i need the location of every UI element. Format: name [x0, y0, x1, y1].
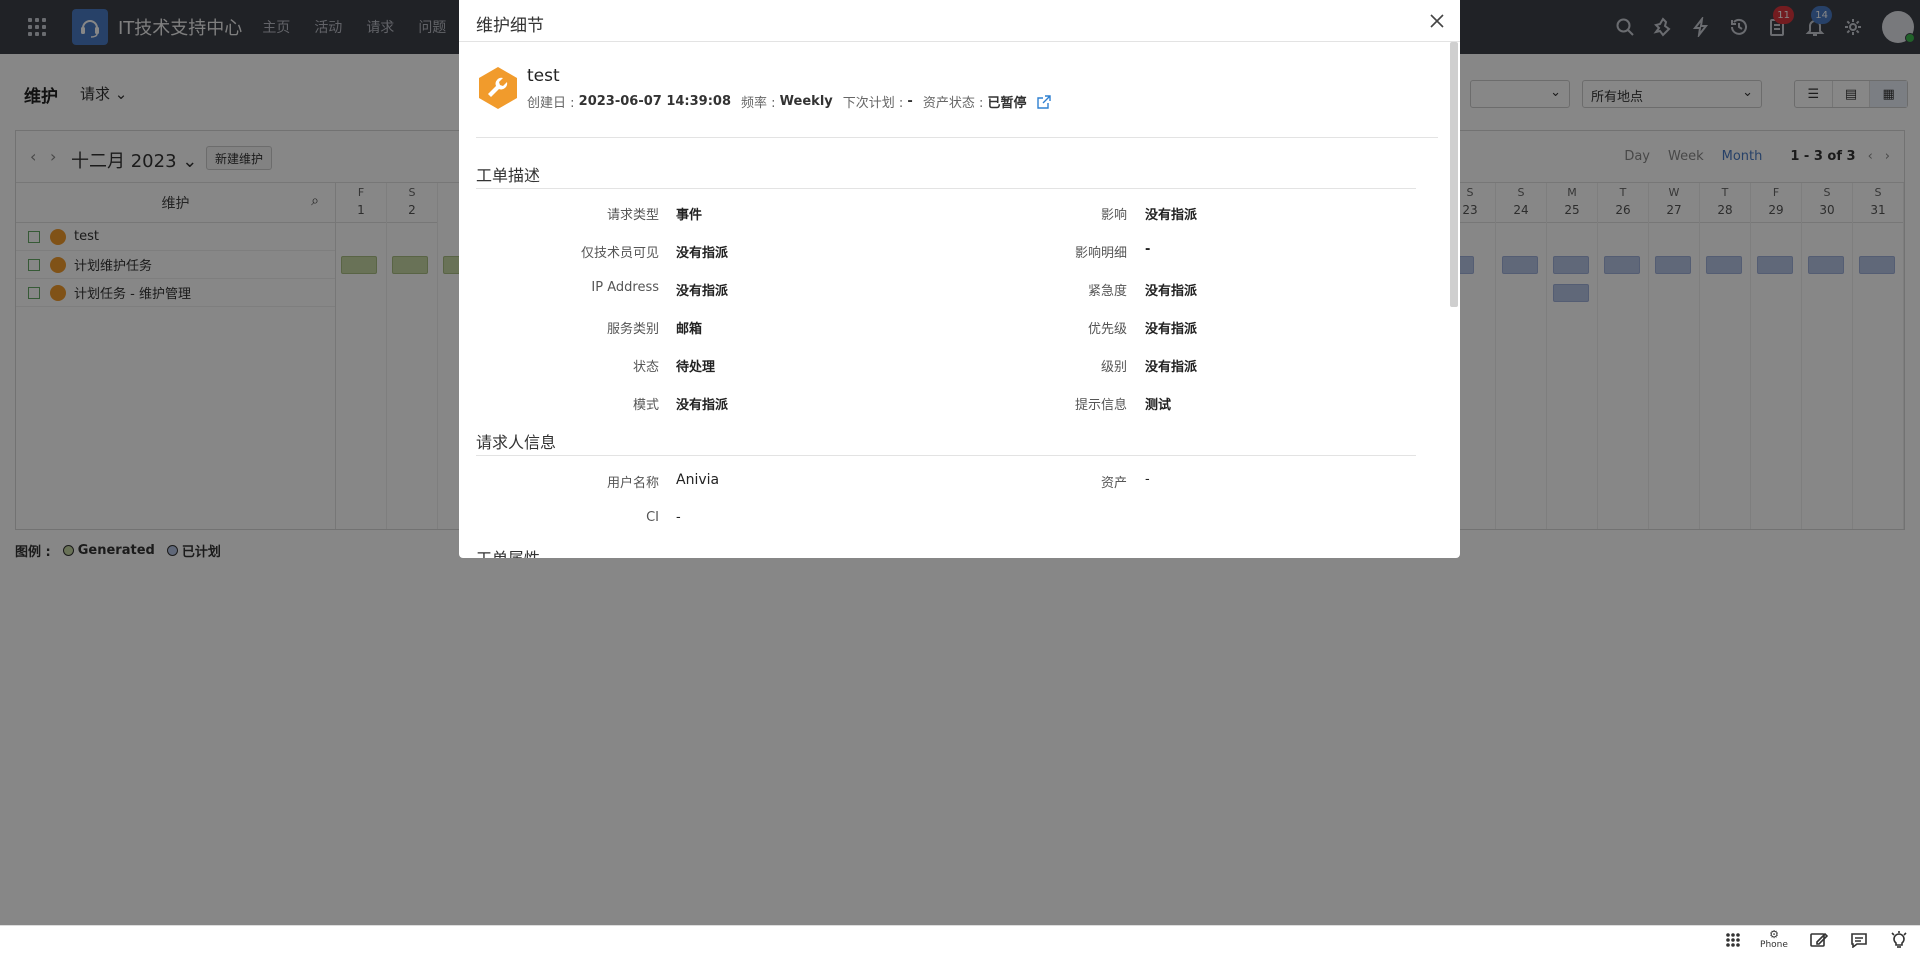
field-value: 没有指派 [1145, 360, 1198, 375]
field-value: 待处理 [676, 360, 716, 375]
created-label: 创建日 : [527, 96, 575, 111]
maintenance-details-dialog: 维护细节 test 创建日 : 2023-06-07 14:39:08 频率 :… [459, 0, 1460, 558]
dialog-header: 维护细节 [459, 0, 1460, 42]
close-icon[interactable] [1428, 12, 1446, 30]
field-label: 提示信息 [1074, 398, 1127, 413]
section-title-requester: 请求人信息 [476, 429, 1416, 456]
gear-icon: ⚙ [1769, 928, 1779, 941]
field-label: 仅技术员可见 [580, 246, 659, 261]
dialog-body: test 创建日 : 2023-06-07 14:39:08 频率 : Week… [459, 42, 1448, 558]
wrench-icon [479, 67, 517, 109]
field-label: 状态 [632, 360, 659, 375]
field-value: 没有指派 [676, 246, 729, 261]
lightbulb-icon[interactable] [1888, 929, 1910, 951]
external-link-icon[interactable] [1036, 94, 1051, 109]
maintenance-summary: test 创建日 : 2023-06-07 14:39:08 频率 : Week… [476, 66, 1438, 138]
field-label: 级别 [1100, 360, 1127, 375]
field-value: 没有指派 [1145, 322, 1198, 337]
field-label: CI [646, 510, 659, 525]
field-value: 没有指派 [676, 398, 729, 413]
field-label: 影响明细 [1074, 246, 1127, 261]
next-schedule-value: - [907, 94, 913, 109]
maintenance-name: test [527, 66, 560, 86]
field-value: 邮箱 [676, 322, 703, 337]
field-value: 没有指派 [1145, 284, 1198, 299]
field-label: IP Address [591, 280, 659, 295]
field-label: 服务类别 [606, 322, 659, 337]
asset-status-value: 已暂停 [987, 96, 1027, 111]
field-label: 请求类型 [606, 208, 659, 223]
frequency-label: 频率 : [741, 96, 776, 111]
field-value: - [1145, 472, 1150, 487]
section-title-properties: 工单属性 [476, 545, 1416, 558]
field-value: 事件 [676, 208, 703, 223]
frequency-value: Weekly [779, 94, 833, 109]
field-label: 影响 [1100, 208, 1127, 223]
phone-settings-button[interactable]: ⚙ Phone [1756, 929, 1792, 951]
next-schedule-label: 下次计划 : [842, 96, 904, 111]
field-value: 没有指派 [676, 284, 729, 299]
field-label: 资产 [1100, 476, 1127, 491]
field-value: - [1145, 242, 1151, 257]
field-label: 优先级 [1087, 322, 1127, 337]
field-value: - [676, 510, 681, 525]
field-value: 没有指派 [1145, 208, 1198, 223]
field-label: 紧急度 [1087, 284, 1127, 299]
asset-status-label: 资产状态 : [922, 96, 984, 111]
edit-note-icon[interactable] [1808, 929, 1830, 951]
field-label: 模式 [632, 398, 659, 413]
bottom-toolbar: ⚙ Phone [0, 925, 1920, 953]
section-title-description: 工单描述 [476, 162, 1416, 189]
field-label: 用户名称 [606, 476, 659, 491]
chat-icon[interactable] [1848, 929, 1870, 951]
dialog-scrollbar[interactable] [1450, 42, 1458, 307]
field-value: Anivia [676, 472, 720, 488]
maintenance-meta: 创建日 : 2023-06-07 14:39:08 频率 : Weekly 下次… [527, 92, 1051, 111]
field-value: 测试 [1145, 398, 1172, 413]
dialog-title: 维护细节 [476, 16, 544, 36]
phone-label: Phone [1760, 940, 1788, 950]
dialpad-icon[interactable] [1722, 929, 1744, 951]
created-value: 2023-06-07 14:39:08 [578, 94, 732, 109]
